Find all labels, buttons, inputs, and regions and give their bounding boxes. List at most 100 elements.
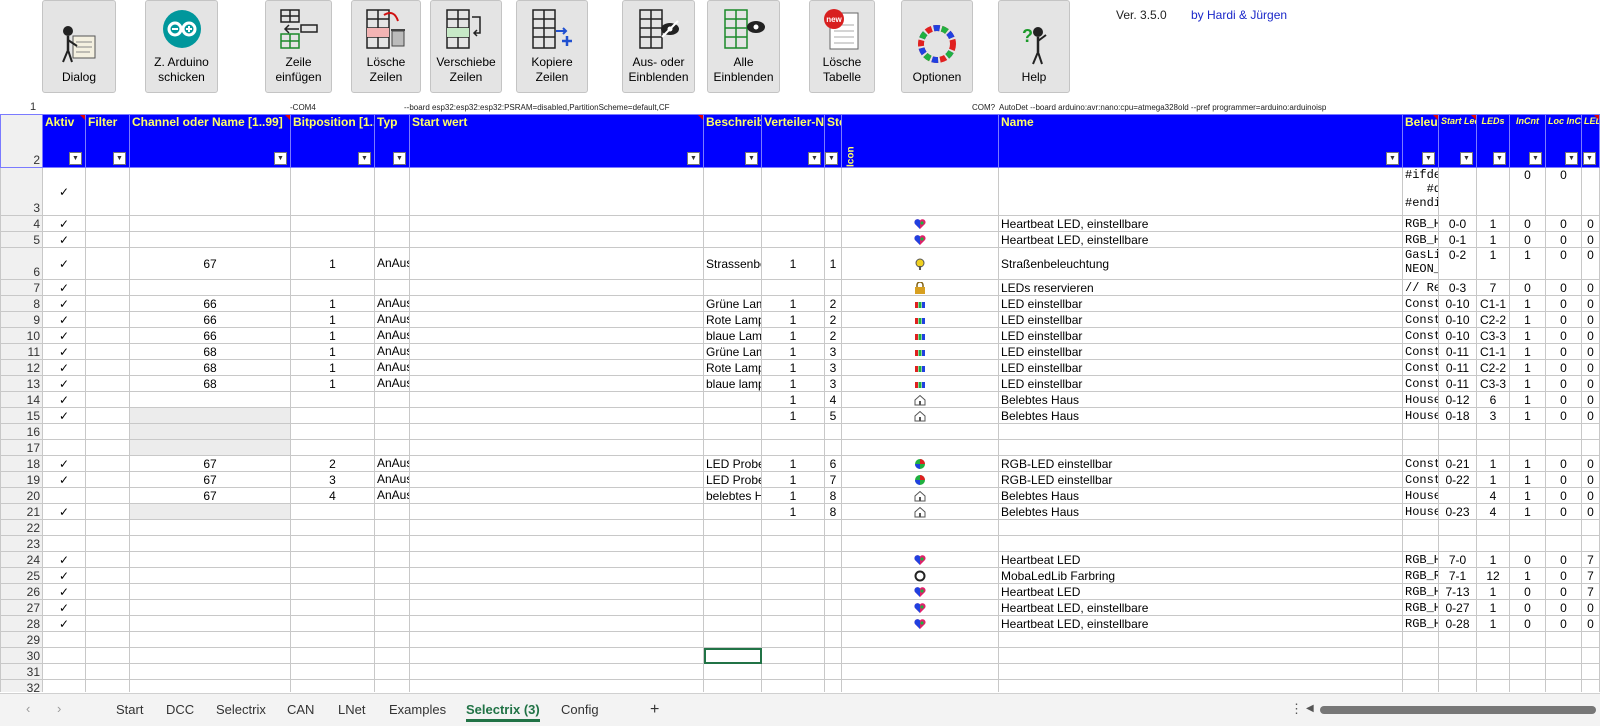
help-button[interactable]: ? Help	[998, 0, 1070, 93]
effekt-cell[interactable]: ConstRGB(#LED, #InCh, 0, 0, 0, 127, 127,…	[1402, 471, 1439, 488]
name-cell[interactable]: Heartbeat LED, einstellbare	[998, 215, 1403, 232]
stecker-cell[interactable]	[824, 679, 842, 692]
led-cell[interactable]: 0-18	[1438, 407, 1477, 424]
effekt-cell[interactable]: HouseT(#LED, #InCh, 1, 4, 3, 10, ROOM_CO…	[1402, 487, 1439, 504]
typ-cell[interactable]	[374, 583, 410, 600]
effekt-cell[interactable]: RGB_Heartbeat_Color(#LED, 60, 255, 170, …	[1402, 231, 1439, 248]
loc-cell[interactable]: 0	[1545, 375, 1582, 392]
filter-dropdown-icon[interactable]: ▼	[1422, 152, 1435, 165]
sheet-tab-selectrix[interactable]: Selectrix	[216, 700, 266, 722]
kanal-cell[interactable]: 0	[1581, 327, 1600, 344]
filter-dropdown-icon[interactable]: ▼	[274, 152, 287, 165]
row-header-5[interactable]: 5	[0, 231, 43, 248]
channel-cell[interactable]	[129, 439, 291, 456]
loc-cell[interactable]: 0	[1545, 167, 1582, 216]
inc-cell[interactable]: 0	[1509, 231, 1546, 248]
verteiler-cell[interactable]: 1	[761, 391, 825, 408]
startwert-cell[interactable]	[409, 215, 704, 232]
startwert-cell[interactable]	[409, 391, 704, 408]
kanal-cell[interactable]: 0	[1581, 407, 1600, 424]
name-cell[interactable]	[998, 423, 1403, 440]
name-cell[interactable]: LED einstellbar	[998, 327, 1403, 344]
channel-cell[interactable]	[129, 551, 291, 568]
row-header-23[interactable]: 23	[0, 535, 43, 552]
bitposition-cell[interactable]	[290, 647, 375, 664]
inc-cell[interactable]: 1	[1509, 407, 1546, 424]
channel-cell[interactable]: 67	[129, 455, 291, 472]
verteiler-cell[interactable]: 1	[761, 375, 825, 392]
typ-cell[interactable]	[374, 599, 410, 616]
filter-dropdown-icon[interactable]: ▼	[1565, 152, 1578, 165]
effekt-cell[interactable]	[1402, 535, 1439, 552]
loc-cell[interactable]	[1545, 439, 1582, 456]
filter-cell[interactable]	[85, 295, 130, 312]
filter-dropdown-icon[interactable]: ▼	[1460, 152, 1473, 165]
row-header-24[interactable]: 24	[0, 551, 43, 568]
inc-cell[interactable]	[1509, 679, 1546, 692]
loc-cell[interactable]	[1545, 631, 1582, 648]
beschreibung-cell[interactable]: LED Probe 2	[703, 471, 762, 488]
stecker-cell[interactable]	[824, 567, 842, 584]
loc-cell[interactable]: 0	[1545, 471, 1582, 488]
name-cell[interactable]	[998, 631, 1403, 648]
stecker-cell[interactable]	[824, 631, 842, 648]
filter-cell[interactable]	[85, 503, 130, 520]
dialog-button[interactable]: Dialog	[42, 0, 116, 93]
startwert-cell[interactable]	[409, 471, 704, 488]
filter-cell[interactable]	[85, 535, 130, 552]
sheet-tab-config[interactable]: Config	[561, 700, 599, 722]
bitposition-cell[interactable]	[290, 391, 375, 408]
kanal-cell[interactable]: 0	[1581, 215, 1600, 232]
leds-cell[interactable]	[1476, 647, 1510, 664]
leds-cell[interactable]: C2-2	[1476, 311, 1510, 328]
aktiv-cell[interactable]: ✓	[42, 167, 86, 216]
name-cell[interactable]	[998, 647, 1403, 664]
effekt-cell[interactable]: #ifdef ESP32 #define USE_ESP32_EXTENSION…	[1402, 167, 1439, 216]
startwert-cell[interactable]	[409, 375, 704, 392]
row-header-14[interactable]: 14	[0, 391, 43, 408]
aktiv-cell[interactable]: ✓	[42, 231, 86, 248]
name-cell[interactable]: MobaLedLib Farbring	[998, 567, 1403, 584]
row-header-4[interactable]: 4	[0, 215, 43, 232]
leds-cell[interactable]	[1476, 519, 1510, 536]
stecker-cell[interactable]	[824, 279, 842, 296]
beschreibung-cell[interactable]	[703, 439, 762, 456]
beschreibung-cell[interactable]	[703, 663, 762, 680]
verteiler-cell[interactable]: 1	[761, 311, 825, 328]
startwert-cell[interactable]	[409, 455, 704, 472]
filter-cell[interactable]	[85, 327, 130, 344]
filter-cell[interactable]	[85, 583, 130, 600]
startwert-cell[interactable]	[409, 599, 704, 616]
name-cell[interactable]: LED einstellbar	[998, 359, 1403, 376]
bitposition-cell[interactable]	[290, 615, 375, 632]
name-cell[interactable]: Belebtes Haus	[998, 487, 1403, 504]
inc-cell[interactable]	[1509, 631, 1546, 648]
led-cell[interactable]: 0-10	[1438, 295, 1477, 312]
inc-cell[interactable]	[1509, 423, 1546, 440]
leds-cell[interactable]: 1	[1476, 455, 1510, 472]
startwert-cell[interactable]	[409, 615, 704, 632]
filter-cell[interactable]	[85, 615, 130, 632]
leds-cell[interactable]	[1476, 631, 1510, 648]
typ-cell[interactable]: AnAus2	[374, 455, 410, 472]
inc-cell[interactable]: 0	[1509, 167, 1546, 216]
startwert-cell[interactable]	[409, 327, 704, 344]
bitposition-cell[interactable]	[290, 583, 375, 600]
channel-cell[interactable]	[129, 231, 291, 248]
leds-cell[interactable]	[1476, 167, 1510, 216]
typ-cell[interactable]	[374, 647, 410, 664]
stecker-cell[interactable]	[824, 647, 842, 664]
filter-cell[interactable]	[85, 487, 130, 504]
row-header-15[interactable]: 15	[0, 407, 43, 424]
leds-cell[interactable]: 7	[1476, 279, 1510, 296]
beschreibung-cell[interactable]	[703, 567, 762, 584]
kanal-cell[interactable]: 0	[1581, 471, 1600, 488]
kanal-cell[interactable]: 0	[1581, 503, 1600, 520]
inc-cell[interactable]	[1509, 519, 1546, 536]
stecker-cell[interactable]	[824, 615, 842, 632]
name-cell[interactable]: LEDs reservieren	[998, 279, 1403, 296]
beschreibung-cell[interactable]: Rote Lampe	[703, 311, 762, 328]
row-header-9[interactable]: 9	[0, 311, 43, 328]
effekt-cell[interactable]	[1402, 663, 1439, 680]
horizontal-scrollbar[interactable]	[1320, 706, 1596, 714]
